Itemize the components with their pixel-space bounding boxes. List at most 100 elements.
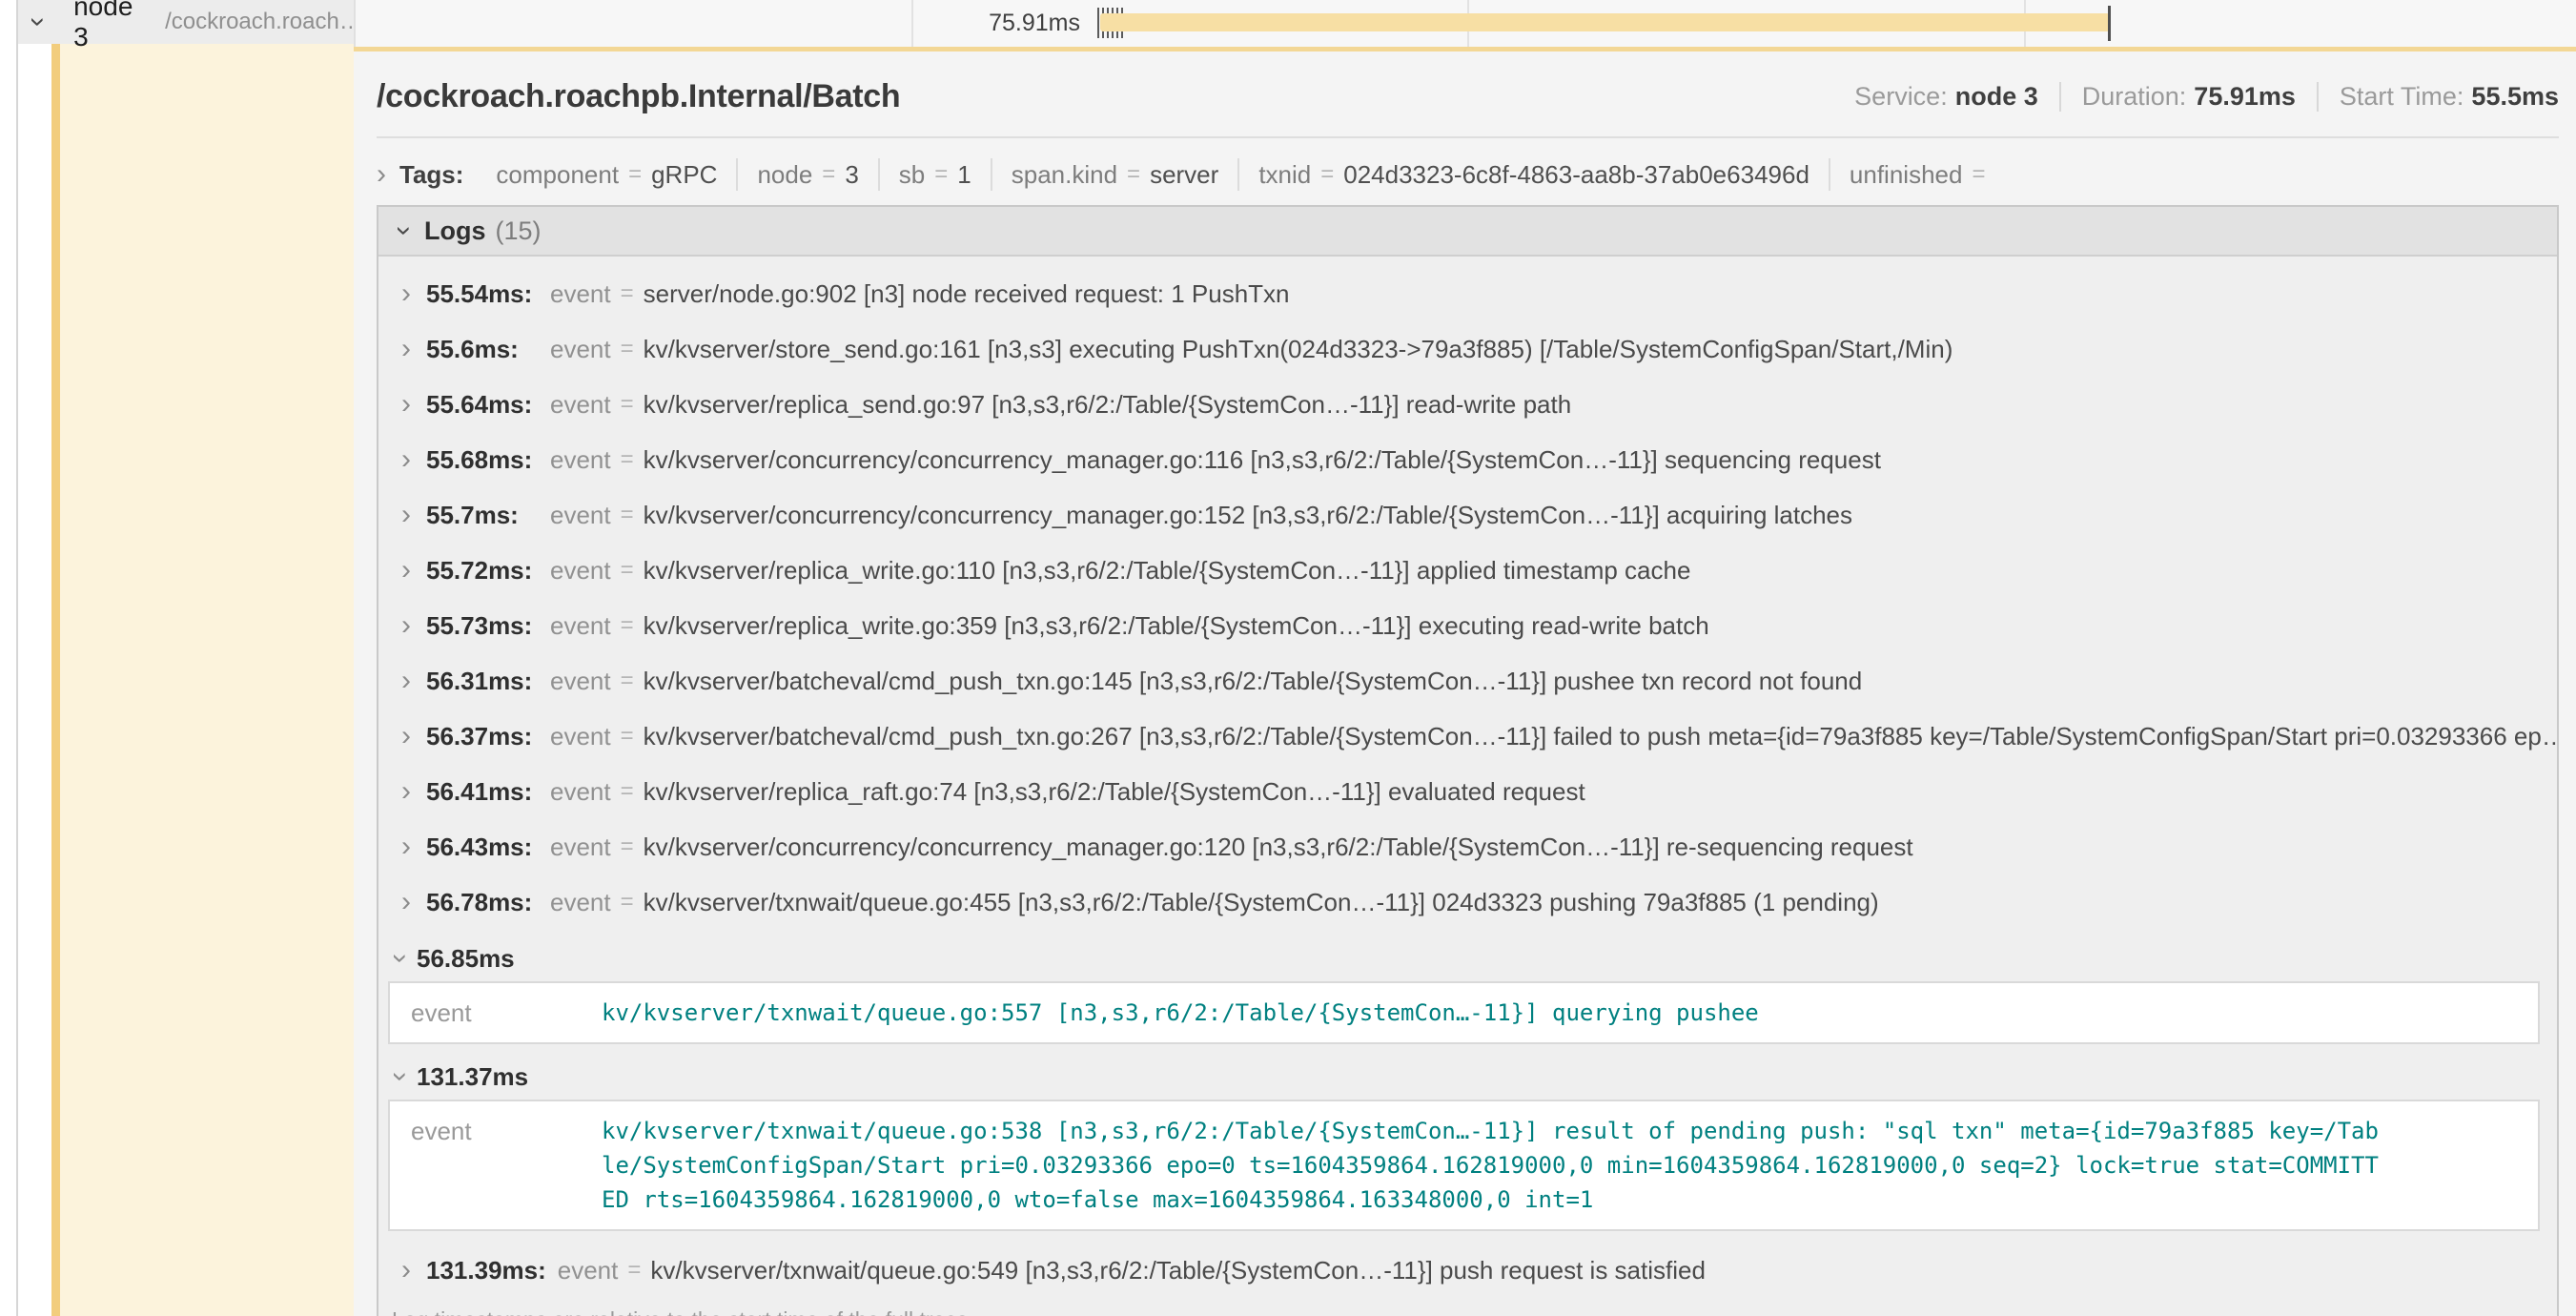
chevron-right-icon — [401, 335, 411, 363]
span-meta: Service:node 3 Duration:75.91ms Start Ti… — [1854, 82, 2559, 112]
logs-footnote: Log timestamps are relative to the start… — [378, 1298, 2557, 1316]
span-row-name[interactable]: node 3 /cockroach.roach… — [18, 0, 354, 44]
log-row[interactable]: 55.6ms: event = kv/kvserver/store_send.g… — [378, 321, 2557, 377]
tag-item: span.kind = server — [992, 158, 1240, 191]
tag-item: sb = 1 — [880, 158, 992, 191]
equals-sign: = — [621, 336, 634, 362]
span-duration-label: 75.91ms — [354, 0, 1090, 47]
log-row[interactable]: 56.41ms: event = kv/kvserver/replica_raf… — [378, 764, 2557, 819]
trace-view: node 3 /cockroach.roach… 75.91ms /cockro… — [0, 0, 2576, 1316]
log-entry-expanded: 131.37ms event kv/kvserver/txnwait/queue… — [378, 1056, 2557, 1231]
start-time-value: 55.5ms — [2471, 82, 2559, 111]
log-timestamp: 55.54ms: — [426, 279, 539, 309]
equals-sign: = — [1972, 161, 1985, 188]
equals-sign: = — [621, 668, 634, 694]
log-row[interactable]: 55.73ms: event = kv/kvserver/replica_wri… — [378, 598, 2557, 653]
service-label: Service: — [1854, 82, 1948, 111]
chevron-right-icon — [401, 611, 411, 640]
equals-sign: = — [621, 889, 634, 915]
tag-item: component = gRPC — [477, 158, 738, 191]
log-timestamp: 55.68ms: — [426, 445, 539, 475]
equals-sign: = — [621, 446, 634, 473]
log-field-value: kv/kvserver/txnwait/queue.go:538 [n3,s3,… — [602, 1114, 2538, 1217]
log-field-key: event — [550, 833, 611, 862]
log-field-value: kv/kvserver/replica_write.go:359 [n3,s3,… — [644, 611, 2557, 641]
log-timestamp: 56.31ms: — [426, 667, 539, 696]
logs-accordion-toggle[interactable]: Logs (15) — [378, 207, 2557, 257]
log-field-value: kv/kvserver/txnwait/queue.go:557 [n3,s3,… — [602, 996, 2538, 1030]
log-timestamp: 55.73ms: — [426, 611, 539, 641]
log-row[interactable]: 55.7ms: event = kv/kvserver/concurrency/… — [378, 487, 2557, 543]
equals-sign: = — [1320, 161, 1334, 188]
log-field-key: event — [550, 722, 611, 751]
log-field-key: event — [550, 335, 611, 364]
service-value: node 3 — [1955, 82, 2038, 111]
log-row-toggle[interactable]: 56.85ms — [378, 937, 2557, 979]
log-timestamp: 56.78ms: — [426, 888, 539, 917]
log-row[interactable]: 55.54ms: event = server/node.go:902 [n3]… — [378, 266, 2557, 321]
log-field-value: kv/kvserver/concurrency/concurrency_mana… — [644, 833, 2557, 862]
chevron-down-icon — [396, 944, 405, 973]
log-row[interactable]: 56.43ms: event = kv/kvserver/concurrency… — [378, 819, 2557, 874]
span-duration-bar[interactable] — [1100, 13, 2110, 31]
log-timestamp: 56.41ms: — [426, 777, 539, 807]
equals-sign: = — [621, 280, 634, 307]
log-row[interactable]: 55.72ms: event = kv/kvserver/replica_wri… — [378, 543, 2557, 598]
log-field-key: event — [550, 445, 611, 475]
tag-item: txnid = 024d3323-6c8f-4863-aa8b-37ab0e63… — [1239, 158, 1830, 191]
log-field-value: kv/kvserver/batcheval/cmd_push_txn.go:26… — [644, 722, 2557, 751]
span-color-accent — [51, 3, 60, 1316]
chevron-down-icon — [396, 1062, 405, 1091]
log-entry-expanded: 56.85ms event kv/kvserver/txnwait/queue.… — [378, 937, 2557, 1044]
chevron-right-icon — [401, 556, 411, 585]
equals-sign: = — [621, 391, 634, 418]
tag-item: unfinished = — [1830, 158, 2014, 191]
chevron-right-icon — [401, 667, 411, 695]
log-field-key: event — [390, 1114, 602, 1148]
log-row[interactable]: 131.39ms: event = kv/kvserver/txnwait/qu… — [378, 1243, 2557, 1298]
span-timeline-row[interactable]: 75.91ms — [354, 0, 2576, 47]
chevron-down-icon — [399, 216, 409, 245]
log-rows: 55.54ms: event = server/node.go:902 [n3]… — [378, 257, 2557, 1298]
chevron-right-icon — [401, 1256, 411, 1285]
log-field-value: kv/kvserver/concurrency/concurrency_mana… — [644, 501, 2557, 530]
log-timestamp: 55.64ms: — [426, 390, 539, 420]
chevron-right-icon — [401, 390, 411, 419]
log-timestamp: 55.7ms: — [426, 501, 539, 530]
chevron-right-icon — [401, 501, 411, 529]
chevron-down-icon[interactable] — [33, 8, 43, 36]
log-field-key: event — [550, 777, 611, 807]
span-title: /cockroach.roachpb.Internal/Batch — [377, 78, 900, 115]
tags-accordion-toggle[interactable]: Tags: component = gRPC node = 3 sb = 1 s… — [377, 148, 2559, 201]
log-row-toggle[interactable]: 131.37ms — [378, 1056, 2557, 1098]
log-timestamp: 56.37ms: — [426, 722, 539, 751]
logs-label: Logs — [424, 216, 486, 246]
tree-gutter-divider — [16, 0, 18, 1316]
equals-sign: = — [628, 161, 642, 188]
equals-sign: = — [621, 723, 634, 750]
log-field-key: event — [550, 888, 611, 917]
equals-sign: = — [1127, 161, 1140, 188]
equals-sign: = — [621, 778, 634, 805]
log-field-key: event — [550, 556, 611, 586]
log-field-value: kv/kvserver/replica_write.go:110 [n3,s3,… — [644, 556, 2557, 586]
log-field-value: kv/kvserver/concurrency/concurrency_mana… — [644, 445, 2557, 475]
log-field-key: event — [550, 390, 611, 420]
span-detail-header: /cockroach.roachpb.Internal/Batch Servic… — [377, 78, 2559, 115]
log-field-value: kv/kvserver/batcheval/cmd_push_txn.go:14… — [644, 667, 2557, 696]
chevron-right-icon — [401, 833, 411, 861]
logs-count: (15) — [496, 216, 542, 246]
log-row[interactable]: 56.37ms: event = kv/kvserver/batcheval/c… — [378, 709, 2557, 764]
span-detail-panel: /cockroach.roachpb.Internal/Batch Servic… — [354, 47, 2576, 1316]
equals-sign: = — [621, 557, 634, 584]
log-row[interactable]: 56.31ms: event = kv/kvserver/batcheval/c… — [378, 653, 2557, 709]
log-row[interactable]: 55.68ms: event = kv/kvserver/concurrency… — [378, 432, 2557, 487]
log-field-value: kv/kvserver/store_send.go:161 [n3,s3] ex… — [644, 335, 2557, 364]
log-field-value: kv/kvserver/txnwait/queue.go:455 [n3,s3,… — [644, 888, 2557, 917]
tags-label: Tags: — [399, 160, 463, 190]
logs-accordion: Logs (15) 55.54ms: event = server/node.g… — [377, 205, 2559, 1316]
span-name-column-highlight — [60, 44, 354, 1316]
log-row[interactable]: 56.78ms: event = kv/kvserver/txnwait/que… — [378, 874, 2557, 930]
log-field-key: event — [550, 501, 611, 530]
log-row[interactable]: 55.64ms: event = kv/kvserver/replica_sen… — [378, 377, 2557, 432]
